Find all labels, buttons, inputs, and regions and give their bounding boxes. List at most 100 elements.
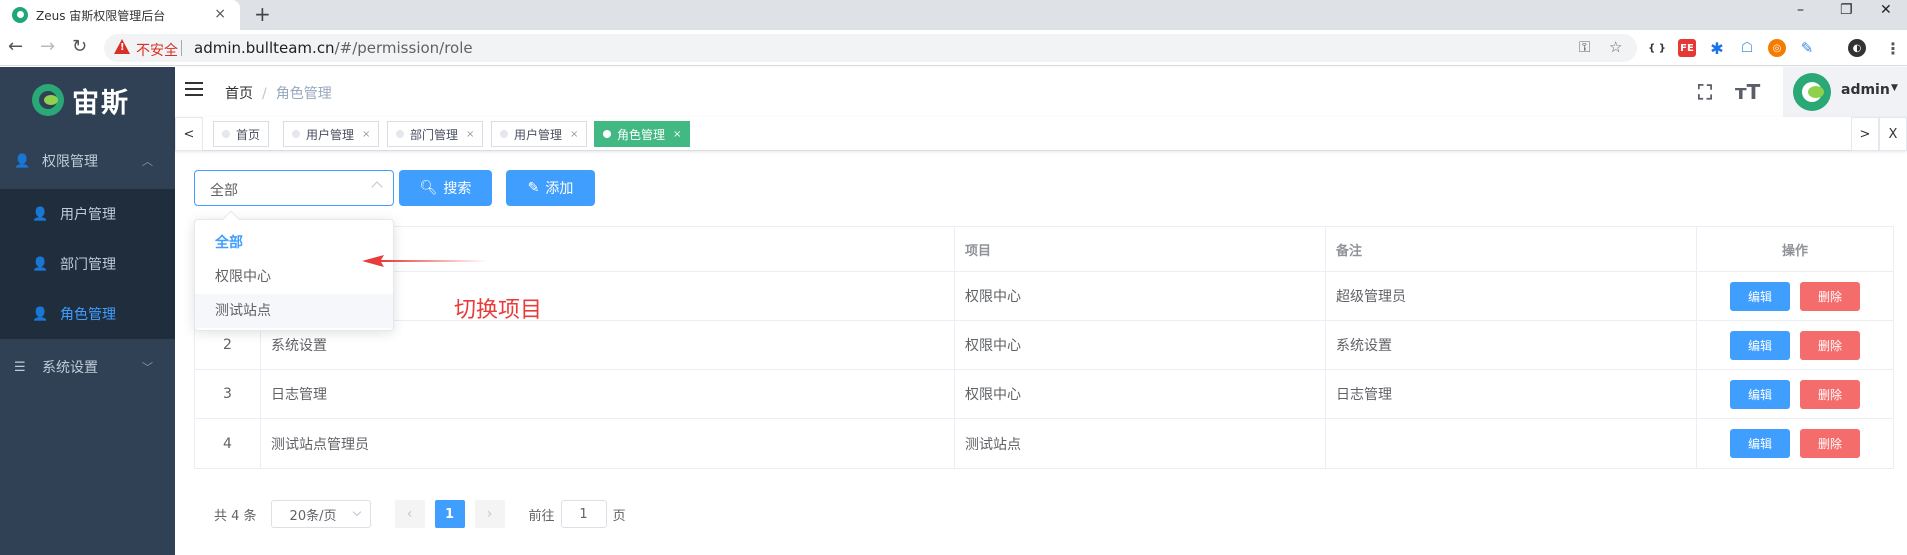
tag-label: 角色管理: [617, 127, 666, 142]
tag-item[interactable]: 用户管理 ×: [283, 121, 380, 147]
fe-extension-icon[interactable]: FE: [1678, 39, 1696, 57]
reload-button[interactable]: ↻: [72, 36, 87, 57]
tag-dot: [292, 130, 300, 138]
sidebar-item-departments[interactable]: 👤 部门管理: [0, 239, 175, 289]
delete-button[interactable]: 删除: [1800, 330, 1860, 360]
tags-scroll-right-button[interactable]: >: [1851, 117, 1879, 151]
search-icon: 🔍︎: [419, 180, 438, 196]
sidebar-item-label: 角色管理: [60, 307, 116, 323]
tags-scroll-left-button[interactable]: <: [175, 117, 203, 151]
json-extension-icon[interactable]: { }: [1648, 39, 1666, 57]
edit-button[interactable]: 编辑: [1730, 330, 1790, 360]
edit-button[interactable]: 编辑: [1730, 379, 1790, 409]
browser-tab[interactable]: Zeus 宙斯权限管理后台 ×: [0, 0, 240, 30]
breadcrumb-home[interactable]: 首页: [225, 86, 253, 102]
row-actions: 编辑 删除: [1697, 370, 1893, 418]
sidebar-group-system[interactable]: ☰ 系统设置 ﹀: [0, 339, 175, 395]
font-size-icon[interactable]: тT: [1735, 80, 1760, 104]
sidebar-group-permission[interactable]: 👤 权限管理 ︿: [0, 133, 175, 189]
add-button[interactable]: ✎ 添加: [506, 170, 595, 206]
tag-item-active[interactable]: 角色管理 ×: [594, 121, 691, 147]
prev-page-button[interactable]: ‹: [394, 500, 425, 528]
page-size-select[interactable]: 20条/页: [270, 500, 371, 528]
goto-suffix: 页: [612, 508, 626, 524]
orange-extension-icon[interactable]: ◎: [1768, 39, 1786, 57]
user-group-icon: 👤: [14, 153, 31, 169]
tag-label: 用户管理: [306, 127, 355, 142]
close-window-button[interactable]: ✕: [1880, 2, 1892, 18]
forward-button[interactable]: →: [40, 36, 55, 57]
sidebar-logo[interactable]: 宙斯: [0, 67, 175, 133]
key-icon[interactable]: ⚿: [1579, 38, 1590, 56]
new-tab-button[interactable]: +: [254, 2, 271, 26]
robot-extension-icon[interactable]: ☖: [1738, 39, 1756, 57]
tag-item[interactable]: 首页: [213, 121, 270, 147]
sidebar-item-label: 用户管理: [60, 207, 116, 223]
tag-dot: [603, 130, 611, 138]
tag-close-icon[interactable]: ×: [466, 129, 474, 140]
tag-close-icon[interactable]: ×: [570, 129, 578, 140]
user-menu[interactable]: admin ▼: [1783, 67, 1907, 117]
dropper-extension-icon[interactable]: ✎: [1798, 39, 1816, 57]
search-button-label: 搜索: [443, 181, 472, 197]
url-text: admin.bullteam.cn/#/permission/role: [194, 39, 473, 57]
tag-dot: [222, 130, 230, 138]
edit-button[interactable]: 编辑: [1730, 429, 1790, 458]
url-input[interactable]: 不安全 admin.bullteam.cn/#/permission/role …: [104, 34, 1637, 62]
restore-window-button[interactable]: ❐: [1840, 2, 1853, 18]
row-index: 4: [195, 419, 261, 468]
tag-close-icon[interactable]: ×: [362, 129, 370, 140]
role-note: 日志管理: [1326, 370, 1697, 418]
tags-close-all-button[interactable]: X: [1879, 117, 1907, 151]
delete-button[interactable]: 删除: [1800, 429, 1860, 458]
username: admin: [1841, 82, 1890, 98]
edit-button[interactable]: 编辑: [1730, 281, 1790, 311]
project-select[interactable]: 全部: [194, 170, 394, 206]
delete-button[interactable]: 删除: [1800, 379, 1860, 409]
insecure-label: 不安全: [136, 43, 178, 59]
browser-address-bar: ← → ↻ 不安全 admin.bullteam.cn/#/permission…: [0, 30, 1907, 66]
bookmark-star-icon[interactable]: ☆: [1609, 38, 1622, 56]
row-index: 3: [195, 370, 261, 418]
tag-close-icon[interactable]: ×: [673, 129, 681, 140]
tags-view: < 首页 用户管理 × 部门管理 × 用户管理 × 角色管理 × > X: [175, 117, 1907, 151]
minimize-window-button[interactable]: –: [1797, 2, 1804, 18]
column-header-actions: 操作: [1781, 243, 1808, 259]
browser-menu-icon[interactable]: ⋮: [1884, 39, 1902, 58]
search-button[interactable]: 🔍︎ 搜索: [399, 170, 492, 206]
url-host: admin.bullteam.cn: [194, 39, 335, 57]
sidebar-item-users[interactable]: 👤 用户管理: [0, 189, 175, 239]
delete-button[interactable]: 删除: [1800, 281, 1860, 311]
sidebar: 宙斯 👤 权限管理 ︿ 👤 用户管理 👤 部门管理 👤 角色管理 ☰ 系统设置 …: [0, 67, 175, 555]
browser-tabstrip: Zeus 宙斯权限管理后台 × + – ❐ ✕: [0, 0, 1907, 30]
project-option[interactable]: 测试站点: [195, 294, 393, 328]
fullscreen-icon[interactable]: ⛶: [1698, 80, 1712, 104]
role-note: 超级管理员: [1326, 272, 1697, 320]
pagination-total: 共 4 条: [214, 508, 257, 524]
tag-item[interactable]: 部门管理 ×: [387, 121, 484, 147]
tag-dot: [396, 130, 404, 138]
pinwheel-extension-icon[interactable]: ✱: [1708, 39, 1726, 58]
goto-page-input[interactable]: 1: [560, 500, 607, 528]
hamburger-icon[interactable]: [185, 82, 203, 96]
tag-label: 用户管理: [514, 127, 563, 142]
breadcrumb: 首页 / 角色管理: [225, 83, 332, 103]
role-project: 权限中心: [955, 370, 1326, 418]
sidebar-group-label: 权限管理: [42, 154, 98, 170]
table-row: 2 系统设置 权限中心 系统设置 编辑 删除: [195, 321, 1893, 370]
profile-avatar-icon[interactable]: ◐: [1848, 39, 1866, 57]
next-page-button[interactable]: ›: [474, 500, 505, 528]
tag-item[interactable]: 用户管理 ×: [491, 121, 588, 147]
chevron-down-icon: [352, 507, 361, 517]
close-tab-icon[interactable]: ×: [214, 6, 226, 22]
breadcrumb-separator: /: [262, 86, 267, 102]
sidebar-item-roles[interactable]: 👤 角色管理: [0, 289, 175, 339]
pagination: 共 4 条 20条/页 ‹ 1 › 前往 1 页: [214, 500, 626, 528]
column-header-project: 项目: [955, 227, 1326, 271]
page-number-current[interactable]: 1: [434, 500, 465, 528]
role-project: 权限中心: [955, 272, 1326, 320]
back-button[interactable]: ←: [8, 36, 23, 57]
role-project: 测试站点: [955, 419, 1326, 468]
role-note: 系统设置: [1326, 321, 1697, 369]
breadcrumb-current: 角色管理: [275, 86, 332, 102]
